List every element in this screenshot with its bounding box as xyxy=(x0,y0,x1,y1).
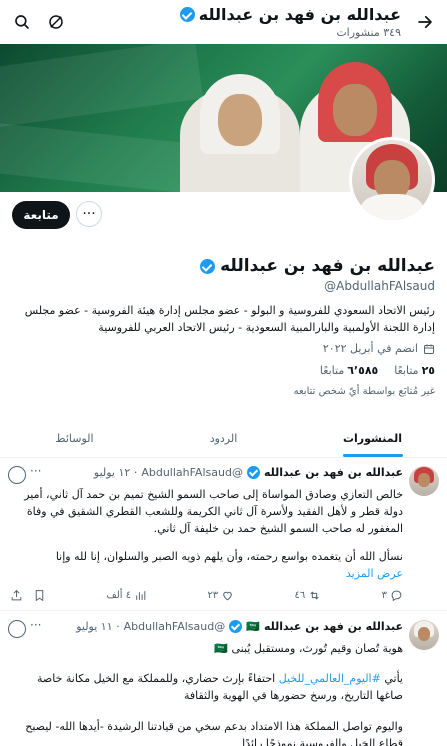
hashtag-link[interactable]: #اليوم_العالمي_للخيل xyxy=(279,672,381,685)
grok-icon[interactable] xyxy=(8,620,26,638)
profile-avatar[interactable] xyxy=(349,137,435,223)
show-more-link[interactable]: عرض المزيد xyxy=(10,565,403,582)
tweet-date[interactable]: · ١٢ يوليو xyxy=(94,466,137,479)
like-count: ٢٣ xyxy=(207,590,219,601)
tweet-author-name[interactable]: عبدالله بن فهد بن عبدالله xyxy=(264,620,403,633)
views-count: ٤ ألف xyxy=(106,590,132,601)
tweet-text: هوية تُصان وقيم تُورث، ومستقبل يُبنى 🇸🇦 xyxy=(214,642,403,655)
retweet-icon xyxy=(310,591,319,600)
tab-replies[interactable]: الردود xyxy=(149,418,298,457)
verified-badge-icon xyxy=(246,466,260,479)
following-count: ٢٥ xyxy=(421,364,435,377)
profile-handle: @AbdullahFAlsaud xyxy=(324,279,435,293)
like-button[interactable]: ٢٣ xyxy=(207,589,234,602)
post-count: ٣٤٩ منشورات xyxy=(336,26,401,39)
tweet-text-prefix: يأتي xyxy=(384,672,403,685)
joined-date-text: انضم في أبريل ٢٠٢٢ xyxy=(322,342,418,355)
avatar-photo xyxy=(352,140,432,220)
grok-icon[interactable] xyxy=(42,8,70,36)
tweet-author-name[interactable]: عبدالله بن فهد بن عبدالله xyxy=(264,466,403,479)
tweet-avatar-face xyxy=(418,473,430,487)
reply-button[interactable]: ٣ xyxy=(382,589,403,602)
tweet-avatar[interactable] xyxy=(409,620,439,650)
banner-person-right-face xyxy=(333,84,377,136)
heart-icon xyxy=(223,591,232,601)
retweet-count: ٤٦ xyxy=(294,590,306,601)
tweet-actions: ٣ ٤٦ ٢٣ ٤ ألف xyxy=(10,589,403,602)
following-stat[interactable]: ٢٥متابعًا xyxy=(394,364,435,377)
saudi-flag-emoji: 🇸🇦 xyxy=(246,620,260,633)
tab-posts[interactable]: المنشورات xyxy=(298,418,447,457)
tweet-text-paragraph: واليوم تواصل المملكة هذا الامتداد بدعم س… xyxy=(25,720,403,746)
search-icon[interactable] xyxy=(8,8,36,36)
following-label: متابعًا xyxy=(394,364,419,377)
retweet-button[interactable]: ٤٦ xyxy=(295,589,322,602)
joined-date: انضم في أبريل ٢٠٢٢ xyxy=(323,342,435,355)
tweet-text-paragraph: يأتي #اليوم_العالمي_للخيل احتفاءً بإرث ح… xyxy=(10,670,403,704)
profile-bio: رئيس الاتحاد السعودي للفروسية و البولو -… xyxy=(24,304,435,334)
share-icon[interactable] xyxy=(10,589,23,602)
more-options-button[interactable]: ··· xyxy=(76,201,102,227)
profile-name: عبدالله بن فهد بن عبدالله xyxy=(200,256,435,276)
tweet-avatar-face xyxy=(418,627,430,641)
reply-icon xyxy=(391,590,402,602)
tweet-item[interactable]: عبدالله بن فهد بن عبدالله 🇸🇦 @AbdullahFA… xyxy=(0,612,447,746)
followers-label: متابعًا xyxy=(319,364,345,377)
tweet-item[interactable]: عبدالله بن فهد بن عبدالله @AbdullahFAlsa… xyxy=(0,458,447,611)
header-name: عبدالله بن فهد بن عبدالله xyxy=(179,5,401,24)
profile-name-text: عبدالله بن فهد بن عبدالله xyxy=(220,256,435,276)
calendar-icon xyxy=(424,344,434,354)
tweet-text-continued: نسأل الله أن يتغمده بواسع رحمته، وأن يله… xyxy=(55,550,403,563)
profile-header-bar: عبدالله بن فهد بن عبدالله ٣٤٩ منشورات xyxy=(0,0,447,44)
tweet-header: عبدالله بن فهد بن عبدالله @AbdullahFAlsa… xyxy=(94,466,403,479)
profile-stats: ٢٥متابعًا ٦٬٥٨٥متابعًا xyxy=(320,364,435,377)
tweet-author-handle[interactable]: @AbdullahFAlsaud xyxy=(124,620,226,633)
followers-stat[interactable]: ٦٬٥٨٥متابعًا xyxy=(320,364,378,377)
bookmark-icon[interactable] xyxy=(33,589,46,602)
more-icon[interactable]: ··· xyxy=(30,618,41,632)
views-button[interactable]: ٤ ألف xyxy=(106,589,147,602)
followers-you-know-note: غير مُتابَع بواسطة أيّ شخص تتابعه xyxy=(293,386,435,397)
verified-badge-icon xyxy=(229,620,243,633)
banner-flag-stripe xyxy=(0,44,204,130)
tweet-text: خالص التعازي وصادق المواساة إلى صاحب الس… xyxy=(24,488,403,535)
tweet-author-handle[interactable]: @AbdullahFAlsaud xyxy=(141,466,243,479)
tweet-avatar[interactable] xyxy=(409,466,439,496)
views-icon xyxy=(136,591,146,600)
verified-badge-icon xyxy=(179,7,195,22)
tweet-date[interactable]: · ١١ يوليو xyxy=(76,620,119,633)
avatar-thobe xyxy=(360,194,424,220)
reply-count: ٣ xyxy=(381,590,387,601)
tab-media[interactable]: الوسائط xyxy=(0,418,149,457)
followers-count: ٦٬٥٨٥ xyxy=(347,364,379,377)
verified-badge-icon[interactable] xyxy=(200,258,216,274)
header-name-text: عبدالله بن فهد بن عبدالله xyxy=(198,5,401,24)
more-icon[interactable]: ··· xyxy=(30,464,41,478)
grok-icon[interactable] xyxy=(8,466,26,484)
banner-person-center-face xyxy=(218,94,262,146)
tweet-header: عبدالله بن فهد بن عبدالله 🇸🇦 @AbdullahFA… xyxy=(76,620,403,633)
header-titles: عبدالله بن فهد بن عبدالله ٣٤٩ منشورات xyxy=(179,5,401,39)
profile-tabs: المنشورات الردود الوسائط xyxy=(0,418,447,458)
follow-button[interactable]: متابعة xyxy=(12,201,70,229)
back-arrow-icon[interactable] xyxy=(411,8,439,36)
